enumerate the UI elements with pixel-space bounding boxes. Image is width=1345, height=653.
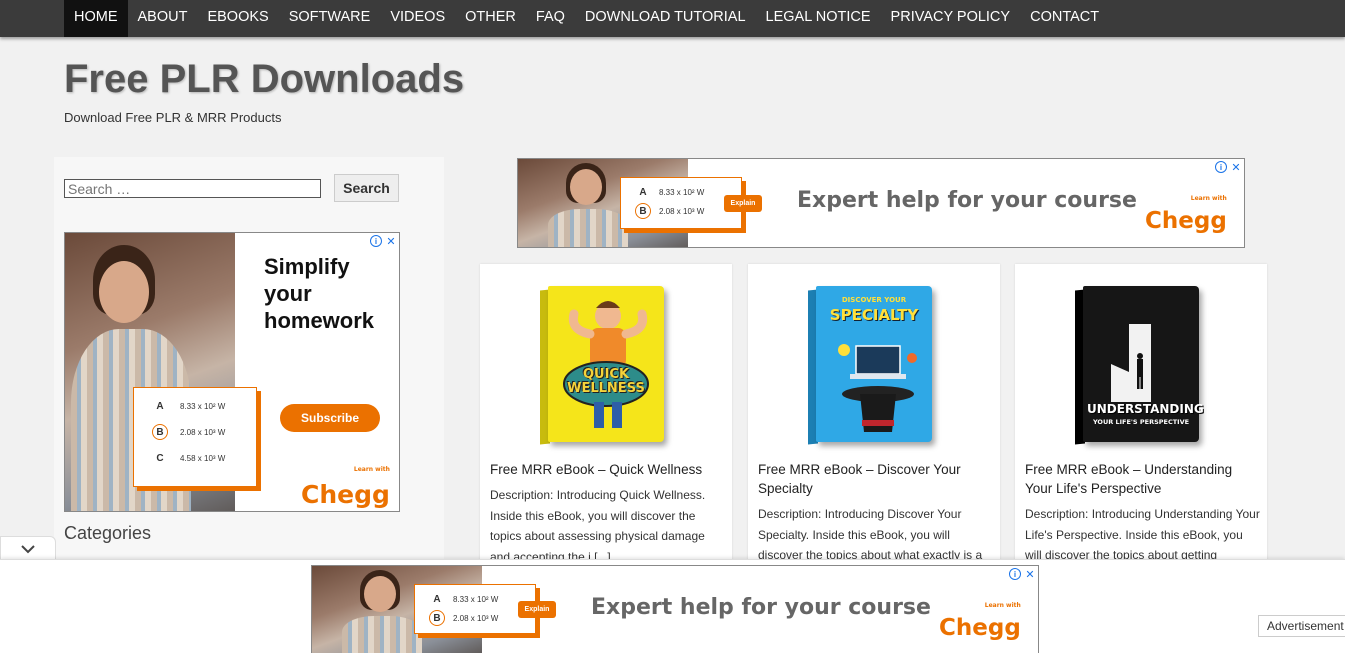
close-icon[interactable]: ✕ xyxy=(1230,161,1242,174)
nav-item-videos[interactable]: VIDEOS xyxy=(380,0,455,37)
ad-headline: Simplify your homework xyxy=(264,254,375,333)
nav-item-contact[interactable]: CONTACT xyxy=(1020,0,1109,37)
advertisement-label: Advertisement xyxy=(1258,615,1345,637)
chegg-logo: Learn with Chegg xyxy=(939,602,1021,641)
info-icon[interactable]: i xyxy=(1215,161,1227,173)
info-icon[interactable]: i xyxy=(1009,568,1021,580)
choice-letter: C xyxy=(156,452,164,464)
cover-title: SPECIALTY xyxy=(829,306,919,324)
categories-heading: Categories xyxy=(64,523,152,543)
chegg-logo: Learn with Chegg xyxy=(1145,195,1227,234)
collapse-ad-button[interactable] xyxy=(0,536,56,561)
nav-item-about[interactable]: ABOUT xyxy=(128,0,198,37)
choice-value: 8.33 x 10² W xyxy=(180,401,226,411)
cover-subtitle: DISCOVER YOUR xyxy=(841,296,907,304)
doorway-figure-icon xyxy=(1111,324,1151,402)
nav-item-other[interactable]: OTHER xyxy=(455,0,526,37)
nav-item-ebooks[interactable]: EBOOKS xyxy=(197,0,278,37)
post-description: Description: Introducing Understanding Y… xyxy=(1025,507,1260,562)
cover-title: UNDERSTANDING xyxy=(1087,402,1204,416)
post-card[interactable]: DISCOVER YOUR SPECIALTY Free MRR eBook –… xyxy=(748,264,1000,564)
ad-choices-controls: i ✕ xyxy=(1215,161,1242,174)
top-banner-ad[interactable]: A 8.33 x 10² W B 2.08 x 10³ W Explain Ex… xyxy=(517,158,1245,248)
post-description: Description: Introducing Quick Wellness.… xyxy=(490,488,706,564)
ad-headline: Expert help for your course xyxy=(797,188,1137,213)
nav-item-software[interactable]: SOFTWARE xyxy=(279,0,381,37)
post-card[interactable]: QUICK WELLNESS Free MRR eBook – Quick We… xyxy=(480,264,732,564)
site-description: Download Free PLR & MRR Products xyxy=(64,110,282,125)
choice-value: 4.58 x 10³ W xyxy=(180,453,226,463)
post-card[interactable]: UNDERSTANDING YOUR LIFE'S PERSPECTIVE Fr… xyxy=(1015,264,1267,564)
ebook-cover[interactable]: UNDERSTANDING YOUR LIFE'S PERSPECTIVE xyxy=(1075,286,1204,446)
choice-value: 2.08 x 10³ W xyxy=(180,427,226,437)
wellness-figure-icon xyxy=(563,301,649,428)
chegg-logo: Learn with Chegg xyxy=(301,466,390,509)
post-title[interactable]: Free MRR eBook – Quick Wellness xyxy=(490,460,725,479)
choice-letter: B xyxy=(152,424,168,440)
nav-item-faq[interactable]: FAQ xyxy=(526,0,575,37)
site-title[interactable]: Free PLR Downloads xyxy=(64,57,464,102)
chevron-down-icon xyxy=(21,545,35,554)
explain-button[interactable]: Explain xyxy=(724,195,762,212)
ad-choices-controls: i ✕ xyxy=(370,235,397,248)
ebook-cover[interactable]: DISCOVER YOUR SPECIALTY xyxy=(808,286,932,446)
nav-item-download-tutorial[interactable]: DOWNLOAD TUTORIAL xyxy=(575,0,756,37)
post-description: Description: Introducing Discover Your S… xyxy=(758,507,983,562)
nav-item-legal-notice[interactable]: LEGAL NOTICE xyxy=(756,0,881,37)
cover-subtitle: YOUR LIFE'S PERSPECTIVE xyxy=(1092,418,1190,426)
top-navigation: HOME ABOUT EBOOKS SOFTWARE VIDEOS OTHER … xyxy=(0,0,1345,37)
sidebar-ad[interactable]: Simplify your homework A 8.33 x 10² W B … xyxy=(64,232,400,512)
close-icon[interactable]: ✕ xyxy=(385,235,397,248)
info-icon[interactable]: i xyxy=(370,235,382,247)
search-button[interactable]: Search xyxy=(334,174,399,202)
post-title[interactable]: Free MRR eBook – Discover Your Specialty xyxy=(758,460,993,498)
laptop-hat-illustration-icon xyxy=(838,344,917,432)
choice-letter: A xyxy=(156,400,164,412)
search-input[interactable] xyxy=(64,179,321,198)
answer-choices-card: A 8.33 x 10² W B 2.08 x 10³ W C 4.58 x 1… xyxy=(133,387,257,487)
explain-button[interactable]: Explain xyxy=(518,601,556,618)
ebook-cover[interactable]: QUICK WELLNESS xyxy=(540,286,664,446)
cover-title: QUICK WELLNESS xyxy=(567,367,645,396)
ad-headline: Expert help for your course xyxy=(591,595,931,620)
nav-item-home[interactable]: HOME xyxy=(64,0,128,37)
nav-item-privacy-policy[interactable]: PRIVACY POLICY xyxy=(881,0,1021,37)
subscribe-button[interactable]: Subscribe xyxy=(280,404,380,432)
close-icon[interactable]: ✕ xyxy=(1024,568,1036,581)
bottom-banner-ad[interactable]: A 8.33 x 10² W B 2.08 x 10³ W Explain Ex… xyxy=(311,565,1039,653)
post-title[interactable]: Free MRR eBook – Understanding Your Life… xyxy=(1025,460,1260,498)
ad-choices-controls: i ✕ xyxy=(1009,568,1036,581)
